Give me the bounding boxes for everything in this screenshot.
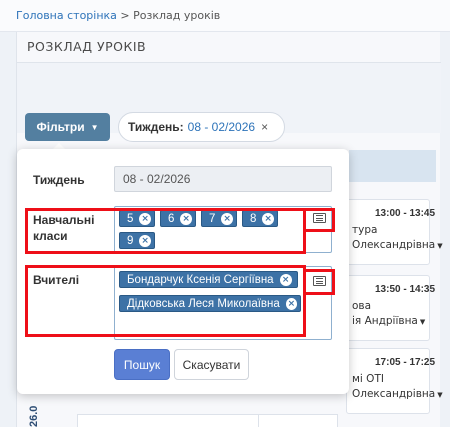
caret-down-icon: ▼ [419, 318, 426, 326]
list-icon[interactable] [307, 209, 331, 227]
remove-tag-icon[interactable]: × [279, 273, 292, 286]
remove-tag-icon[interactable]: × [139, 212, 151, 225]
caret-down-icon: ▼ [90, 122, 99, 132]
remove-tag-icon[interactable]: × [139, 234, 151, 247]
background-lesson-card [258, 414, 338, 427]
breadcrumb-home-link[interactable]: Головна сторінка [16, 9, 117, 22]
teacher-tag: Бондарчук Ксенія Сергіївна × [119, 271, 298, 288]
week-field[interactable]: 08 - 02/2026 [114, 166, 332, 192]
caret-down-icon: ▼ [437, 242, 443, 250]
lesson-subject: ова [352, 300, 372, 312]
background-left-strip [0, 32, 16, 427]
close-icon[interactable]: × [261, 120, 268, 134]
lesson-time: 13:50 - 14:35 [375, 284, 436, 295]
lesson-teacher-name: ія Андріївна [352, 315, 418, 327]
breadcrumb-separator: > [120, 9, 130, 22]
breadcrumb-current: Розклад уроків [133, 9, 221, 22]
lesson-subject: мі ОТІ [352, 373, 384, 385]
week-field-label: Тиждень [33, 173, 85, 187]
caret-down-icon: ▼ [437, 391, 443, 399]
background-lesson-card [77, 414, 267, 427]
remove-tag-icon[interactable]: × [180, 212, 192, 225]
teacher-tag: Дідковська Леся Миколаївна × [119, 295, 301, 312]
class-tag-label: 8 [250, 212, 257, 225]
class-tag: 8 × [242, 210, 278, 227]
classes-field-label-line2: класи [33, 229, 68, 243]
lesson-teacher[interactable]: Олександрівна ▼ [352, 388, 443, 400]
schedule-day-header [349, 150, 436, 182]
lesson-card[interactable]: 17:05 - 17:25 мі ОТІ Олександрівна ▼ [346, 348, 443, 414]
list-icon[interactable] [307, 272, 331, 290]
filter-panel: Тиждень 08 - 02/2026 Навчальні класи 5 ×… [17, 149, 349, 394]
lesson-time: 17:05 - 17:25 [375, 357, 436, 368]
teachers-field-label: Вчителі [33, 273, 80, 287]
lesson-subject: тура [352, 224, 378, 236]
breadcrumb: Головна сторінка > Розклад уроків [16, 9, 220, 22]
teachers-multiselect[interactable]: Бондарчук Ксенія Сергіївна × Дідковська … [114, 266, 332, 340]
remove-tag-icon[interactable]: × [262, 212, 274, 225]
lesson-teacher-name: Олександрівна [352, 239, 436, 251]
top-bar: Головна сторінка > Розклад уроків [0, 0, 450, 32]
side-date-label: 26.0 [28, 405, 40, 427]
background-right-strip [440, 32, 450, 427]
filters-button-label: Фільтри [36, 120, 85, 134]
lesson-card[interactable]: 13:00 - 13:45 тура Олександрівна ▼ [346, 199, 443, 265]
page-title: РОЗКЛАД УРОКІВ [27, 39, 147, 54]
lesson-teacher[interactable]: ія Андріївна ▼ [352, 315, 425, 327]
week-filter-chip: Тиждень: 08 - 02/2026 × [118, 112, 285, 142]
filters-button[interactable]: Фільтри ▼ [25, 113, 110, 141]
teacher-tag-label: Дідковська Леся Миколаївна [127, 297, 280, 310]
class-tag: 7 × [201, 210, 237, 227]
search-button[interactable]: Пошук [114, 349, 170, 380]
class-tag-label: 7 [209, 212, 216, 225]
lesson-teacher[interactable]: Олександрівна ▼ [352, 239, 443, 251]
week-chip-value: 08 - 02/2026 [187, 120, 256, 134]
class-tag-label: 9 [127, 234, 134, 247]
class-tag-label: 5 [127, 212, 134, 225]
class-tag: 6 × [160, 210, 196, 227]
week-chip-label: Тиждень: [128, 120, 184, 134]
lesson-card[interactable]: 13:50 - 14:35 ова ія Андріївна ▼ [346, 275, 435, 341]
class-tag: 9 × [119, 232, 155, 249]
remove-tag-icon[interactable]: × [285, 297, 297, 310]
lesson-time: 13:00 - 13:45 [375, 208, 436, 219]
class-tag: 5 × [119, 210, 155, 227]
lesson-teacher-name: Олександрівна [352, 388, 436, 400]
class-tag-label: 6 [168, 212, 175, 225]
classes-multiselect[interactable]: 5 × 6 × 7 × 8 × 9 × [114, 206, 332, 253]
classes-field-label-line1: Навчальні [33, 213, 95, 227]
classes-field-label: Навчальні класи [33, 212, 94, 244]
remove-tag-icon[interactable]: × [221, 212, 233, 225]
teacher-tag-label: Бондарчук Ксенія Сергіївна [127, 273, 274, 286]
cancel-button[interactable]: Скасувати [174, 349, 249, 380]
